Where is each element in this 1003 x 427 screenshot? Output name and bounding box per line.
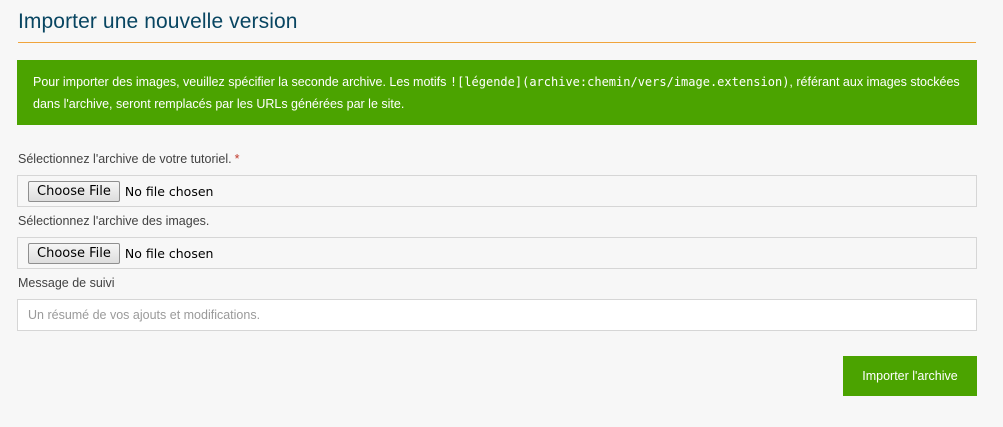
images-archive-file-field: Choose File No file chosen [17,237,977,269]
tutorial-archive-label: Sélectionnez l'archive de votre tutoriel… [18,152,240,166]
import-archive-button[interactable]: Importer l'archive [843,356,977,396]
page-title: Importer une nouvelle version [18,10,298,33]
tutorial-archive-choose-file-button[interactable]: Choose File [28,180,120,202]
tutorial-archive-label-text: Sélectionnez l'archive de votre tutoriel… [18,152,232,166]
images-archive-choose-file-button[interactable]: Choose File [28,242,120,264]
alert-code-pattern: ![légende](archive:chemin/vers/image.ext… [449,75,790,89]
info-alert: Pour importer des images, veuillez spéci… [17,60,977,125]
alert-text-before: Pour importer des images, veuillez spéci… [33,75,450,89]
message-label: Message de suivi [18,276,115,290]
images-archive-label: Sélectionnez l'archive des images. [18,214,210,228]
message-input[interactable] [17,299,977,331]
title-divider [18,42,976,43]
images-archive-file-status: No file chosen [124,245,214,261]
tutorial-archive-file-status: No file chosen [124,183,214,199]
required-asterisk: * [234,152,240,166]
tutorial-archive-file-field: Choose File No file chosen [17,175,977,207]
